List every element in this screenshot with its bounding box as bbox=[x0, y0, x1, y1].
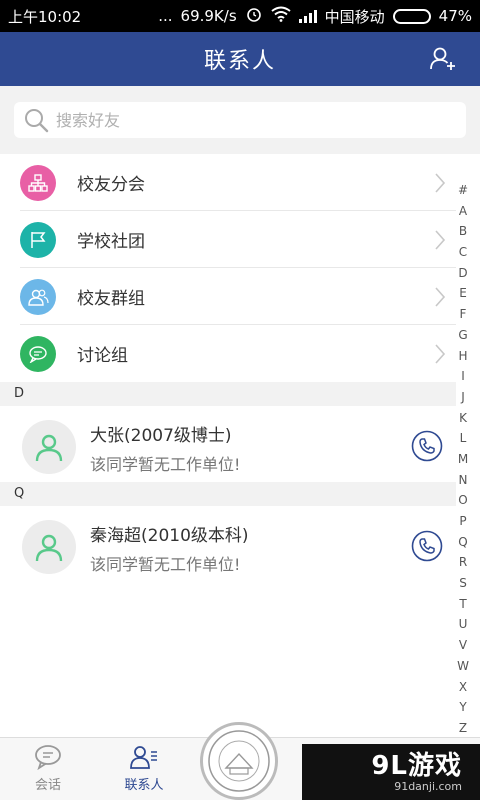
group-label: 校友分会 bbox=[77, 175, 145, 195]
index-letter[interactable]: P bbox=[459, 511, 466, 532]
chat-bubble-icon bbox=[20, 335, 56, 372]
battery-icon bbox=[392, 8, 431, 24]
tab-label: 联系人 bbox=[124, 778, 164, 793]
search-area bbox=[0, 86, 480, 154]
bottom-tab-bar: 会话 联系人 9L游戏 91danji.com bbox=[0, 722, 480, 800]
avatar bbox=[22, 520, 76, 574]
chat-bubble-icon bbox=[35, 745, 61, 770]
watermark-title: 9L游戏 bbox=[371, 750, 462, 781]
contact-row[interactable]: 秦海超(2010级本科) 该同学暂无工作单位! bbox=[0, 506, 456, 584]
index-letter[interactable]: C bbox=[459, 242, 467, 263]
index-letter[interactable]: E bbox=[459, 283, 467, 304]
index-letter[interactable]: Y bbox=[459, 697, 466, 718]
call-button[interactable] bbox=[411, 430, 443, 462]
group-item-discussion[interactable]: 讨论组 bbox=[0, 325, 456, 382]
index-letter[interactable]: B bbox=[459, 221, 467, 242]
group-label: 校友群组 bbox=[77, 289, 145, 309]
group-icon bbox=[20, 278, 56, 315]
chevron-right-icon bbox=[435, 230, 446, 250]
add-contact-button[interactable] bbox=[428, 44, 458, 74]
group-label: 学校社团 bbox=[77, 232, 145, 252]
user-icon bbox=[35, 434, 63, 462]
group-label: 讨论组 bbox=[77, 346, 128, 366]
index-letter[interactable]: W bbox=[457, 656, 469, 677]
tab-contacts[interactable]: 联系人 bbox=[96, 744, 192, 793]
group-list: 校友分会 学校社团 校友群组 讨论组 bbox=[0, 154, 456, 382]
contact-name: 大张(2007级博士) bbox=[90, 426, 232, 446]
status-bar: 上午10:02 ... 69.9K/s 中国移动 47% bbox=[0, 0, 480, 32]
group-item-school-clubs[interactable]: 学校社团 bbox=[0, 211, 456, 268]
tab-label: 会话 bbox=[34, 778, 61, 793]
search-input[interactable] bbox=[54, 109, 438, 131]
user-icon bbox=[35, 534, 63, 562]
org-chart-icon bbox=[20, 164, 56, 201]
index-letter[interactable]: N bbox=[459, 470, 468, 491]
university-seal-icon bbox=[200, 722, 278, 800]
contacts-icon bbox=[130, 746, 157, 769]
index-letter[interactable]: K bbox=[459, 408, 467, 429]
index-letter[interactable]: H bbox=[458, 346, 467, 367]
avatar bbox=[22, 420, 76, 474]
index-letter[interactable]: U bbox=[459, 614, 468, 635]
tab-chat[interactable]: 会话 bbox=[0, 744, 96, 793]
status-battery: 47% bbox=[438, 7, 472, 25]
index-letter[interactable]: R bbox=[459, 552, 467, 573]
index-letter[interactable]: F bbox=[460, 304, 467, 325]
status-speed: 69.9K/s bbox=[180, 7, 237, 25]
group-item-alumni-groups[interactable]: 校友群组 bbox=[0, 268, 456, 325]
signal-icon bbox=[298, 9, 317, 23]
index-letter[interactable]: G bbox=[458, 325, 467, 346]
contact-name: 秦海超(2010级本科) bbox=[90, 526, 249, 546]
contact-work: 该同学暂无工作单位! bbox=[90, 455, 241, 474]
watermark-logo: 9L游戏 91danji.com bbox=[302, 744, 480, 800]
group-item-alumni-branch[interactable]: 校友分会 bbox=[0, 154, 456, 211]
index-letter[interactable]: S bbox=[459, 573, 467, 594]
index-letter[interactable]: Z bbox=[459, 718, 467, 739]
status-dots: ... bbox=[158, 7, 173, 25]
call-button[interactable] bbox=[411, 530, 443, 562]
contact-row[interactable]: 大张(2007级博士) 该同学暂无工作单位! bbox=[0, 406, 456, 484]
add-user-icon bbox=[430, 47, 455, 70]
search-icon bbox=[25, 109, 49, 133]
phone-icon bbox=[411, 530, 443, 562]
index-letter[interactable]: D bbox=[458, 263, 467, 284]
index-letter[interactable]: L bbox=[460, 428, 467, 449]
alarm-icon bbox=[245, 5, 263, 27]
search-bar[interactable] bbox=[14, 102, 466, 138]
status-carrier: 中国移动 bbox=[324, 7, 385, 26]
phone-icon bbox=[411, 430, 443, 462]
index-letter[interactable]: V bbox=[459, 635, 467, 656]
index-letter[interactable]: X bbox=[459, 677, 467, 698]
status-time: 上午10:02 bbox=[8, 7, 82, 26]
page-title: 联系人 bbox=[203, 49, 276, 74]
section-header-d: D bbox=[0, 382, 456, 406]
index-letter[interactable]: Q bbox=[458, 532, 467, 553]
index-letter[interactable]: O bbox=[458, 490, 467, 511]
wifi-icon bbox=[271, 6, 291, 26]
chevron-right-icon bbox=[435, 344, 446, 364]
alphabet-index-bar[interactable]: # A B C D E F G H I J K L M N O P Q R S T U V W X Y Z bbox=[452, 180, 474, 739]
index-letter[interactable]: A bbox=[459, 201, 467, 222]
section-header-q: Q bbox=[0, 482, 456, 506]
flag-icon bbox=[20, 221, 56, 258]
watermark-url: 91danji.com bbox=[394, 779, 462, 793]
index-letter[interactable]: I bbox=[461, 366, 465, 387]
index-letter[interactable]: # bbox=[458, 180, 468, 201]
index-letter[interactable]: T bbox=[459, 594, 466, 615]
chevron-right-icon bbox=[435, 173, 446, 193]
index-letter[interactable]: M bbox=[458, 449, 468, 470]
index-letter[interactable]: J bbox=[461, 387, 465, 408]
chevron-right-icon bbox=[435, 287, 446, 307]
contact-work: 该同学暂无工作单位! bbox=[90, 555, 241, 574]
app-header: 联系人 bbox=[0, 32, 480, 86]
